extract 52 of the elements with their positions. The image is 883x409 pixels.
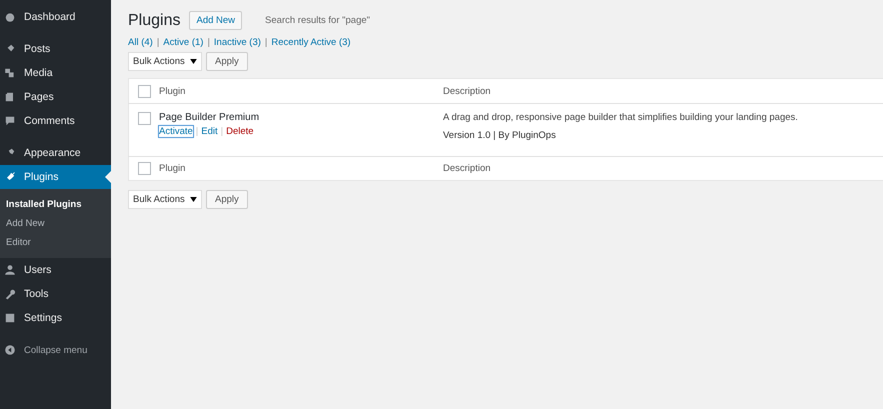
menu-item[interactable]: Comments <box>0 109 111 133</box>
submenu-item[interactable]: Add New <box>0 214 111 233</box>
collapse-menu[interactable]: Collapse menu <box>0 338 111 362</box>
filter-link[interactable]: Recently Active (3) <box>271 37 351 48</box>
column-header: Description <box>443 163 491 174</box>
bulk-actions-select[interactable]: Bulk Actions <box>128 190 202 209</box>
divider: | <box>264 37 268 48</box>
plugin-name: Page Builder Premium <box>159 112 260 123</box>
column-header: Plugin <box>159 86 186 96</box>
menu-item[interactable]: Users <box>0 258 111 282</box>
apply-button[interactable]: Apply <box>206 190 248 209</box>
column-header: Description <box>443 86 491 96</box>
page-title: Plugins <box>128 12 180 30</box>
checkbox[interactable] <box>138 162 150 175</box>
filter-link[interactable]: Active (1) <box>163 37 204 48</box>
divider: | <box>196 126 198 137</box>
filter-link[interactable]: Inactive (3) <box>214 37 261 48</box>
apply-button[interactable]: Apply <box>206 52 248 71</box>
delete-link[interactable]: Delete <box>226 126 254 137</box>
search-results-note: Search results for "page" <box>265 15 370 26</box>
menu-item[interactable]: Tools <box>0 282 111 306</box>
media-icon <box>4 67 16 79</box>
action-link[interactable]: Activate <box>159 126 193 137</box>
caret-icon <box>190 197 197 202</box>
plugin-meta: Version 1.0 | By PluginOps <box>443 130 557 141</box>
menu-item[interactable]: Media <box>0 61 111 85</box>
column-header: Plugin <box>159 163 186 174</box>
checkbox[interactable] <box>138 84 150 98</box>
menu-item[interactable]: Posts <box>0 37 111 61</box>
submenu-item[interactable]: Editor <box>0 233 111 252</box>
plugin-description: A drag and drop, responsive page builder that simplifies building your landing pages. <box>443 112 799 123</box>
menu-item[interactable]: Pages <box>0 85 111 109</box>
collapse-icon <box>4 344 16 356</box>
submenu-item[interactable]: Installed Plugins <box>0 195 111 214</box>
caret-icon <box>190 59 197 64</box>
divider: | <box>156 37 160 48</box>
divider: | <box>220 126 224 137</box>
filter-link[interactable]: All (4) <box>128 37 153 48</box>
checkbox[interactable] <box>138 112 150 125</box>
menu-item[interactable]: Dashboard <box>0 5 111 29</box>
action-link[interactable]: Edit <box>201 126 218 137</box>
speech-bubble-icon <box>4 115 16 127</box>
menu-item[interactable]: Appearance <box>0 141 111 165</box>
menu-item[interactable]: Settings <box>0 306 111 330</box>
pages-icon <box>4 91 16 103</box>
menu-item[interactable]: Plugins <box>0 165 111 189</box>
add-new-button[interactable]: Add New <box>189 11 242 30</box>
user-icon <box>4 264 16 276</box>
plug-icon <box>4 171 16 183</box>
bulk-actions-select[interactable]: Bulk Actions <box>128 52 202 71</box>
wrench-icon <box>4 288 16 300</box>
divider: | <box>207 37 210 48</box>
